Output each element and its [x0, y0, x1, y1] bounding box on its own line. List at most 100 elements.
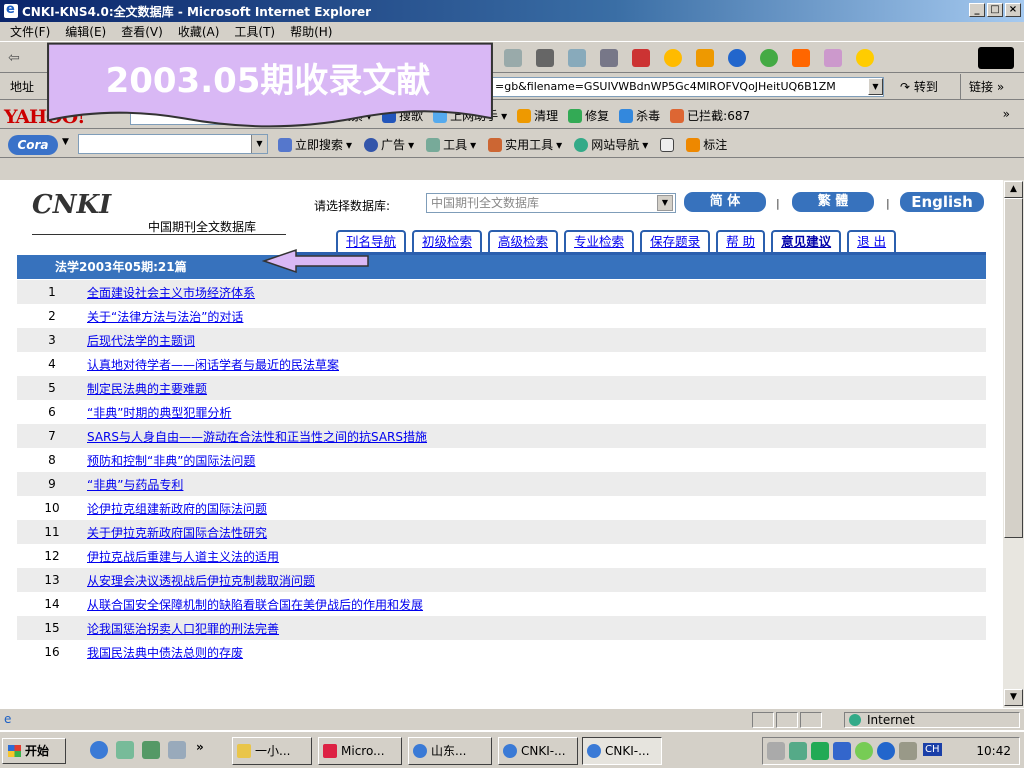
task-button[interactable]: CNKI-... [498, 737, 578, 765]
links-button[interactable]: 链接 » [960, 74, 1004, 100]
window-titlebar: CNKI-KNS4.0:全文数据库 - Microsoft Internet E… [0, 0, 1024, 22]
article-title-link[interactable]: 从安理会决议透视战后伊拉克制裁取消问题 [87, 572, 315, 589]
simplified-button[interactable]: 简 体 [684, 192, 766, 212]
list-item: 14 从联合国安全保障机制的缺陷看联合国在美伊战后的作用和发展 [17, 592, 986, 616]
cora-search-input[interactable]: ▼ [78, 134, 268, 154]
powerpoint-icon [323, 744, 337, 758]
volume-icon[interactable] [767, 742, 785, 760]
discuss-icon[interactable] [568, 49, 586, 67]
note-icon[interactable] [600, 49, 618, 67]
article-title-link[interactable]: 全面建设社会主义市场经济体系 [87, 284, 255, 301]
list-item: 3 后现代法学的主题词 [17, 328, 986, 352]
tab-advanced-search[interactable]: 高级检索 [488, 230, 559, 252]
check-icon[interactable] [728, 49, 746, 67]
yahoo-blocked-counter[interactable]: 已拦截:687 [670, 107, 750, 124]
task-button[interactable]: Micro... [318, 737, 402, 765]
article-title-link[interactable]: 伊拉克战后重建与人道主义法的适用 [87, 548, 279, 565]
smiley-icon[interactable] [856, 49, 874, 67]
audio-icon[interactable] [824, 49, 842, 67]
edit-quicklaunch-icon[interactable] [142, 741, 160, 759]
ie-quicklaunch-icon[interactable] [90, 741, 108, 759]
cora-page-icon[interactable] [660, 136, 675, 153]
task-button[interactable]: 山东... [408, 737, 492, 765]
yahoo-repair-button[interactable]: 修复 [568, 107, 609, 124]
callout-text: 2003.05期收录文献 [105, 60, 431, 101]
article-title-link[interactable]: 论我国惩治拐卖人口犯罪的刑法完善 [87, 620, 279, 637]
scroll-up-icon[interactable]: ▲ [1004, 181, 1023, 198]
tab-save-records[interactable]: 保存题录 [640, 230, 711, 252]
popup-block-icon [670, 108, 685, 123]
scroll-thumb[interactable] [1004, 198, 1023, 538]
article-number: 2 [48, 309, 56, 323]
task-button[interactable]: 一小... [232, 737, 312, 765]
zone-label: Internet [867, 713, 915, 727]
address-dropdown-icon[interactable]: ▼ [868, 78, 883, 95]
smile-icon[interactable] [760, 49, 778, 67]
english-button[interactable]: English [900, 192, 984, 212]
quicklaunch-more[interactable]: » [196, 740, 204, 754]
back-icon[interactable]: ⇦ [8, 50, 20, 66]
tab-logout[interactable]: 退 出 [847, 230, 897, 252]
db-select[interactable]: 中国期刊全文数据库 ▼ [426, 193, 676, 213]
bag-icon[interactable] [696, 49, 714, 67]
network-quicklaunch-icon[interactable] [116, 741, 134, 759]
edit-icon[interactable] [504, 49, 522, 67]
logo-divider [32, 234, 286, 235]
article-title-link[interactable]: 预防和控制“非典”的国际法问题 [87, 452, 255, 469]
yahoo-clean-button[interactable]: 清理 [517, 107, 558, 124]
sound-tray-icon[interactable] [899, 742, 917, 760]
cora-logo[interactable]: Cora [8, 135, 58, 155]
ime-indicator[interactable]: CH [923, 743, 942, 756]
ad-block-icon [364, 137, 379, 152]
messenger-quicklaunch-icon[interactable] [168, 741, 186, 759]
goto-button[interactable]: ↷ 转到 [900, 78, 938, 95]
chevron-down-icon[interactable]: ▼ [251, 135, 267, 153]
article-title-link[interactable]: SARS与人身自由——游动在合法性和正当性之间的抗SARS措施 [87, 428, 427, 445]
page-icon [660, 137, 675, 152]
start-button[interactable]: 开始 [2, 738, 66, 764]
emoticon-icon[interactable] [664, 49, 682, 67]
tab-help[interactable]: 帮 助 [716, 230, 766, 252]
list-item: 15 论我国惩治拐卖人口犯罪的刑法完善 [17, 616, 986, 640]
tab-feedback[interactable]: 意见建议 [771, 230, 842, 252]
check-tray-icon[interactable] [877, 742, 895, 760]
yahoo-antivirus-button[interactable]: 杀毒 [619, 107, 660, 124]
cora-sitenav-button[interactable]: 网站导航 ▾ [574, 136, 648, 153]
article-title-link[interactable]: 关于伊拉克新政府国际合法性研究 [87, 524, 267, 541]
article-title-link[interactable]: 制定民法典的主要难题 [87, 380, 207, 397]
face-icon[interactable] [792, 49, 810, 67]
article-title-link[interactable]: 关于“法律方法与法治”的对话 [87, 308, 243, 325]
messenger-tray-icon[interactable] [855, 742, 873, 760]
print-icon[interactable] [536, 49, 554, 67]
list-item: 7 SARS与人身自由——游动在合法性和正当性之间的抗SARS措施 [17, 424, 986, 448]
task-button-active[interactable]: CNKI-... [582, 737, 662, 765]
traditional-button[interactable]: 繁 體 [792, 192, 874, 212]
tab-expert-search[interactable]: 专业检索 [564, 230, 635, 252]
antivirus-tray-icon[interactable] [811, 742, 829, 760]
monitor-tray-icon[interactable] [833, 742, 851, 760]
close-button[interactable]: × [1005, 3, 1021, 17]
article-title-link[interactable]: 论伊拉克组建新政府的国际法问题 [87, 500, 267, 517]
cora-mark-button[interactable]: 标注 [686, 136, 727, 153]
vertical-scrollbar[interactable]: ▲ ▼ [1003, 180, 1024, 708]
address-input[interactable]: =gb&filename=GSUIVWBdnWP5Gc4MlROFVQoJHei… [492, 77, 884, 97]
cora-tools-button[interactable]: 工具 ▾ [426, 136, 476, 153]
cora-utilities-button[interactable]: 实用工具 ▾ [488, 136, 562, 153]
cora-ad-button[interactable]: 广告 ▾ [364, 136, 414, 153]
cora-menu-chevron-icon[interactable]: ▼ [62, 137, 69, 147]
scroll-down-icon[interactable]: ▼ [1004, 689, 1023, 706]
article-title-link[interactable]: 我国民法典中债法总则的存废 [87, 644, 243, 661]
tab-basic-search[interactable]: 初级检索 [412, 230, 483, 252]
article-title-link[interactable]: 后现代法学的主题词 [87, 332, 195, 349]
chevron-down-icon[interactable]: ▼ [657, 195, 673, 211]
network-tray-icon[interactable] [789, 742, 807, 760]
maximize-button[interactable]: □ [987, 3, 1003, 17]
yahoo-more-button[interactable]: » [1003, 107, 1010, 121]
messenger-icon[interactable] [632, 49, 650, 67]
cora-search-button[interactable]: 立即搜索 ▾ [278, 136, 352, 153]
article-title-link[interactable]: “非典”时期的典型犯罪分析 [87, 404, 231, 421]
article-title-link[interactable]: “非典”与药品专利 [87, 476, 183, 493]
article-title-link[interactable]: 认真地对待学者——闲话学者与最近的民法草案 [87, 356, 339, 373]
article-title-link[interactable]: 从联合国安全保障机制的缺陷看联合国在美伊战后的作用和发展 [87, 596, 423, 613]
minimize-button[interactable]: _ [969, 3, 985, 17]
